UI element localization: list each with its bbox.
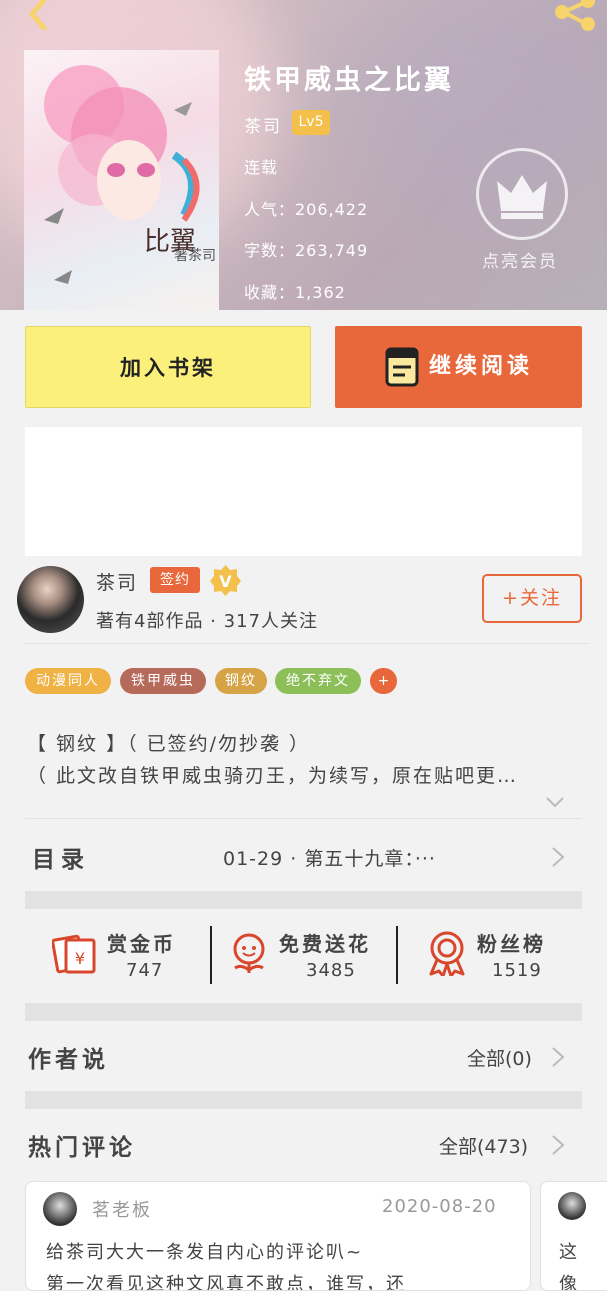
commenter-avatar[interactable]	[558, 1192, 586, 1220]
flower-icon[interactable]	[226, 930, 272, 976]
stats-divider	[396, 926, 398, 984]
share-icon	[555, 0, 595, 31]
cover-illustration: 著茶司 比翼	[44, 65, 216, 284]
description-line-2: （ 此文改自铁甲威虫骑刃王，为续写，原在贴吧更…	[27, 765, 519, 787]
book-popularity: 人气：206,422	[244, 200, 369, 219]
crown-icon	[497, 175, 547, 219]
comment-text-line-2: 像	[559, 1274, 577, 1291]
ribbon-medal-icon[interactable]	[424, 930, 470, 976]
fan-ranking-label[interactable]: 粉丝榜	[477, 928, 546, 957]
vip-button[interactable]	[476, 148, 568, 240]
tag-series[interactable]: 铁甲威虫	[120, 668, 206, 694]
chevron-right-icon	[552, 1047, 565, 1067]
comment-text: 这	[559, 1242, 577, 1263]
continue-reading-button[interactable]: 继续阅读	[335, 326, 582, 408]
tag-anime-fanfic[interactable]: 动漫同人	[25, 668, 111, 694]
fan-ranking-value: 1519	[492, 960, 542, 981]
reward-coins-label[interactable]: 赏金币	[107, 928, 176, 957]
tag-never-abandon[interactable]: 绝不弃文	[275, 668, 361, 694]
comment-card[interactable]: 这 像	[540, 1181, 607, 1291]
author-name[interactable]: 茶司	[96, 568, 138, 595]
book-author[interactable]: 茶司	[244, 112, 282, 137]
chevron-right-icon	[552, 1135, 565, 1155]
share-button[interactable]	[550, 0, 600, 34]
chevron-down-icon	[546, 797, 564, 808]
comment-text-line-2: 第一次看见这种文风真不敢点，谁写，还	[46, 1274, 406, 1291]
comment-date: 2020-08-20	[382, 1196, 497, 1217]
author-stats: 著有4部作品 · 317人关注	[96, 611, 318, 632]
author-avatar[interactable]	[17, 566, 84, 633]
divider	[25, 643, 590, 644]
continue-reading-label: 继续阅读	[429, 354, 534, 379]
catalog-title: 目录	[32, 847, 90, 873]
add-to-shelf-button[interactable]: 加入书架	[25, 326, 311, 408]
tag-steel[interactable]: 钢纹	[215, 668, 267, 694]
author-says-title: 作者说	[28, 1047, 109, 1073]
level-badge: Lv5	[292, 110, 330, 135]
comment-text: 给茶司大大一条发自内心的评论叭~	[46, 1242, 364, 1263]
ad-banner	[25, 427, 582, 556]
book-title: 铁甲威虫之比翼	[244, 65, 454, 96]
verified-badge: V	[209, 564, 242, 597]
add-tag-button[interactable]: +	[370, 668, 397, 694]
stats-divider	[210, 926, 212, 984]
divider	[25, 818, 582, 819]
commenter-avatar[interactable]	[43, 1192, 77, 1226]
section-separator	[25, 1091, 582, 1109]
commenter-name[interactable]: 茗老板	[92, 1196, 152, 1222]
back-button[interactable]	[14, 0, 54, 34]
description-line-1: 【 钢纹 】（ 已签约/勿抄袭 ）	[27, 733, 311, 755]
comment-card[interactable]: 茗老板 2020-08-20 给茶司大大一条发自内心的评论叭~ 第一次看见这种文…	[25, 1181, 531, 1291]
hot-comments-all-link[interactable]: 全部(473)	[439, 1132, 528, 1159]
follow-button[interactable]: +关注	[482, 574, 582, 623]
svg-text:V: V	[219, 572, 232, 591]
verified-icon: V	[210, 565, 241, 596]
book-cover[interactable]: 著茶司 比翼	[24, 50, 219, 310]
cover-title-text: 比翼	[144, 227, 196, 257]
reward-coins-value: 747	[126, 960, 164, 981]
svg-text:¥: ¥	[75, 949, 85, 968]
book-word-count: 字数：263,749	[244, 241, 369, 260]
signed-badge: 签约	[150, 567, 200, 593]
expand-description-button[interactable]	[544, 792, 566, 812]
book-icon	[385, 347, 419, 387]
back-arrow-icon	[29, 0, 47, 31]
free-flowers-value: 3485	[306, 960, 356, 981]
free-flowers-label[interactable]: 免费送花	[279, 928, 371, 957]
book-favorites: 收藏：1,362	[244, 283, 346, 302]
book-status: 连载	[244, 158, 279, 177]
vip-label[interactable]: 点亮会员	[482, 247, 558, 272]
section-separator	[25, 1003, 582, 1021]
hot-comments-title: 热门评论	[28, 1135, 136, 1161]
section-separator	[25, 891, 582, 909]
coin-envelope-icon[interactable]: ¥	[52, 930, 98, 976]
chevron-right-icon	[552, 847, 565, 867]
catalog-latest-chapter: 01-29 · 第五十九章：···	[223, 848, 436, 870]
author-says-all-link[interactable]: 全部(0)	[467, 1044, 532, 1071]
